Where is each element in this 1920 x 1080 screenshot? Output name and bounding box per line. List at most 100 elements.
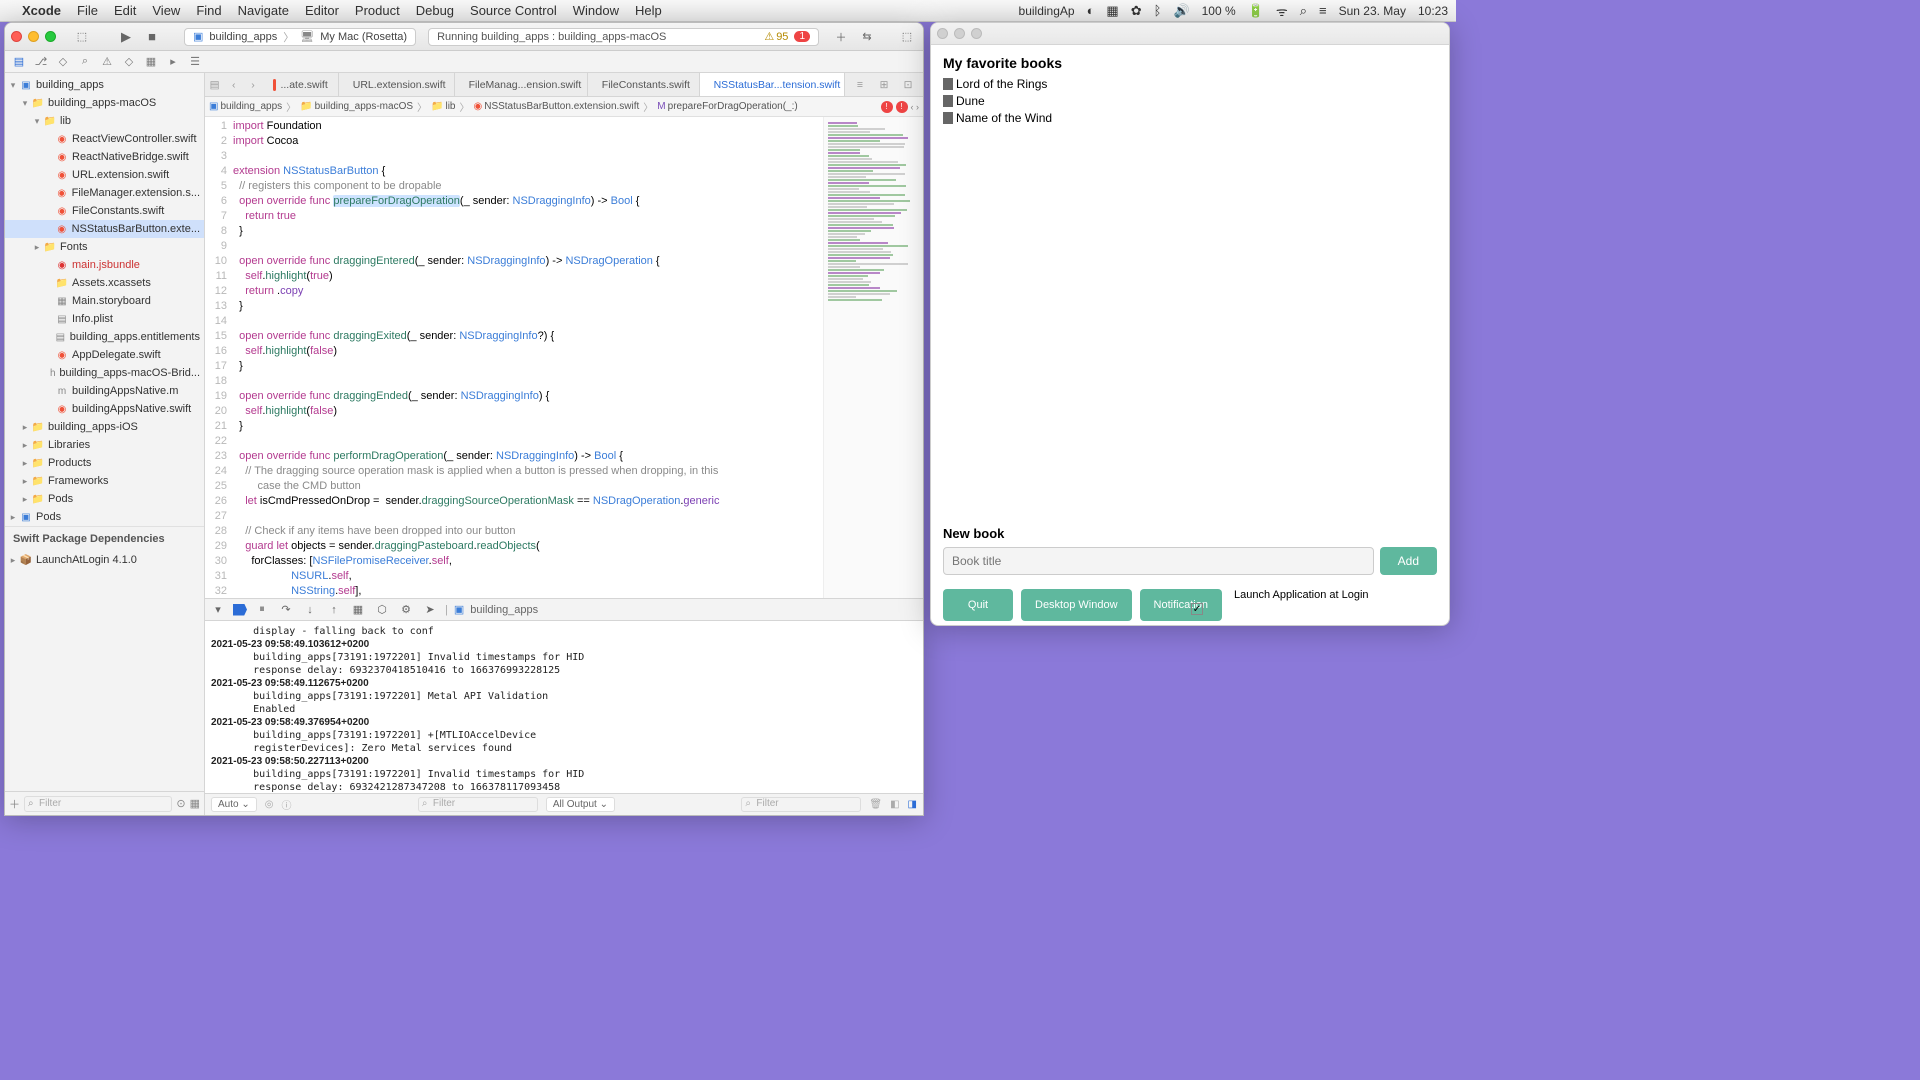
report-nav-icon[interactable]: ☰ bbox=[185, 53, 205, 71]
search-icon[interactable]: ⌕ bbox=[1300, 3, 1307, 19]
split-right-icon[interactable]: ◨ bbox=[908, 799, 917, 810]
tree-file[interactable]: ◉AppDelegate.swift bbox=[5, 346, 204, 364]
menu-window[interactable]: Window bbox=[573, 3, 619, 18]
step-in-icon[interactable]: ↓ bbox=[301, 602, 319, 618]
auto-selector[interactable]: Auto ⌄ bbox=[211, 797, 257, 812]
tree-folder[interactable]: ▸▣Pods bbox=[5, 508, 204, 526]
volume-icon[interactable]: 🔊 bbox=[1173, 3, 1189, 19]
book-title-input[interactable] bbox=[943, 547, 1374, 575]
navigator-filter[interactable]: Filter bbox=[24, 796, 172, 812]
tree-folder[interactable]: ▸📁Products bbox=[5, 454, 204, 472]
tree-folder[interactable]: ▾📁building_apps-macOS bbox=[5, 94, 204, 112]
add-button[interactable]: Add bbox=[1380, 547, 1437, 575]
split-left-icon[interactable]: ◧ bbox=[890, 799, 899, 810]
menu-product[interactable]: Product bbox=[355, 3, 400, 18]
tree-file[interactable]: ◉FileManager.extension.s... bbox=[5, 184, 204, 202]
add-editor-icon[interactable]: ⊡ bbox=[897, 79, 919, 91]
output-selector[interactable]: All Output ⌄ bbox=[546, 797, 615, 812]
user-icon[interactable]: ◐ bbox=[1087, 3, 1095, 18]
add-icon[interactable]: ＋ bbox=[9, 796, 20, 812]
tree-file[interactable]: ▤building_apps.entitlements bbox=[5, 328, 204, 346]
tree-folder-lib[interactable]: ▾📁lib bbox=[5, 112, 204, 130]
editor-tab[interactable]: URL.extension.swift bbox=[339, 73, 455, 96]
tree-file[interactable]: ▦Main.storyboard bbox=[5, 292, 204, 310]
status-icon-1[interactable]: ▦ bbox=[1106, 3, 1118, 19]
zoom-button[interactable] bbox=[971, 28, 982, 39]
memory-graph-icon[interactable]: ⬡ bbox=[373, 602, 391, 618]
tree-file[interactable]: ▤Info.plist bbox=[5, 310, 204, 328]
forward-icon[interactable]: › bbox=[243, 73, 262, 96]
status-icon-2[interactable]: ✿ bbox=[1131, 3, 1142, 19]
editor-tab-active[interactable]: NSStatusBar...tension.swift bbox=[700, 73, 845, 96]
related-items-icon[interactable]: ▤ bbox=[205, 73, 224, 96]
tree-file[interactable]: ◉buildingAppsNative.swift bbox=[5, 400, 204, 418]
tree-folder[interactable]: ▸📁Fonts bbox=[5, 238, 204, 256]
tree-root[interactable]: ▾▣building_apps bbox=[5, 76, 204, 94]
notification-button[interactable]: Notification bbox=[1140, 589, 1222, 621]
jump-bar[interactable]: ▣ building_apps〉 📁 building_apps-macOS〉 … bbox=[205, 97, 923, 117]
tree-file[interactable]: hbuilding_apps-macOS-Brid... bbox=[5, 364, 204, 382]
find-nav-icon[interactable]: ⌕ bbox=[75, 53, 95, 71]
menu-view[interactable]: View bbox=[152, 3, 180, 18]
library-icon[interactable]: ⇆ bbox=[857, 28, 877, 46]
tree-folder[interactable]: ▸📁Pods bbox=[5, 490, 204, 508]
menu-navigate[interactable]: Navigate bbox=[238, 3, 289, 18]
tree-file[interactable]: ◉ReactViewController.swift bbox=[5, 130, 204, 148]
hide-debug-icon[interactable]: ▾ bbox=[209, 602, 227, 618]
scheme-selector[interactable]: ▣ building_apps 〉 🖥 My Mac (Rosetta) bbox=[184, 28, 416, 46]
tree-file[interactable]: ◉URL.extension.swift bbox=[5, 166, 204, 184]
trash-icon[interactable]: 🗑 bbox=[869, 799, 882, 810]
tree-folder[interactable]: ▸📁Libraries bbox=[5, 436, 204, 454]
variables-filter[interactable]: Filter bbox=[418, 797, 538, 812]
menu-edit[interactable]: Edit bbox=[114, 3, 136, 18]
pause-icon[interactable]: ⏸ bbox=[253, 602, 271, 618]
inline-errors[interactable]: ! ! ‹ › bbox=[881, 101, 920, 113]
tree-package[interactable]: ▸📦LaunchAtLogin 4.1.0 bbox=[5, 551, 204, 569]
menu-file[interactable]: File bbox=[77, 3, 98, 18]
tree-file[interactable]: 📁Assets.xcassets bbox=[5, 274, 204, 292]
menubar-time[interactable]: 10:23 bbox=[1418, 4, 1448, 18]
book-row[interactable]: Name of the Wind bbox=[943, 111, 1437, 125]
editor-tab[interactable]: FileConstants.swift bbox=[588, 73, 700, 96]
location-icon[interactable]: ➤ bbox=[421, 602, 439, 618]
warnings-badge[interactable]: ⚠ 95 bbox=[764, 30, 788, 43]
battery-icon[interactable]: 🔋 bbox=[1248, 3, 1264, 19]
minimap-toggle-icon[interactable]: ≡ bbox=[849, 79, 871, 91]
minimize-button[interactable] bbox=[28, 31, 39, 42]
symbol-nav-icon[interactable]: ◇ bbox=[53, 53, 73, 71]
control-center-icon[interactable]: ≡ bbox=[1319, 3, 1327, 18]
scm-icon[interactable]: ▦ bbox=[190, 797, 200, 810]
recent-icon[interactable]: ⊙ bbox=[176, 797, 185, 810]
info-icon[interactable]: ⓘ bbox=[281, 797, 291, 812]
tree-file-selected[interactable]: ◉NSStatusBarButton.exte... bbox=[5, 220, 204, 238]
tree-file[interactable]: ◉main.jsbundle bbox=[5, 256, 204, 274]
errors-badge[interactable]: 1 bbox=[794, 31, 810, 42]
debug-nav-icon[interactable]: ▦ bbox=[141, 53, 161, 71]
sidebar-toggle-icon[interactable]: ⬚ bbox=[72, 28, 92, 46]
view-debug-icon[interactable]: ▦ bbox=[349, 602, 367, 618]
book-row[interactable]: Dune bbox=[943, 94, 1437, 108]
menu-help[interactable]: Help bbox=[635, 3, 662, 18]
file-tree[interactable]: ▾▣building_apps ▾📁building_apps-macOS ▾📁… bbox=[5, 73, 204, 791]
debug-process[interactable]: building_apps bbox=[470, 604, 538, 616]
minimap[interactable] bbox=[823, 117, 923, 598]
zoom-button[interactable] bbox=[45, 31, 56, 42]
breakpoint-nav-icon[interactable]: ▸ bbox=[163, 53, 183, 71]
close-button[interactable] bbox=[11, 31, 22, 42]
test-nav-icon[interactable]: ◇ bbox=[119, 53, 139, 71]
console-output[interactable]: display - falling back to conf 2021-05-2… bbox=[205, 621, 923, 793]
tree-file[interactable]: mbuildingAppsNative.m bbox=[5, 382, 204, 400]
breakpoints-icon[interactable] bbox=[233, 604, 247, 616]
code-editor[interactable]: 1234567891011121314151617181920212223242… bbox=[205, 117, 823, 598]
add-icon[interactable]: ＋ bbox=[831, 28, 851, 46]
console-filter[interactable]: Filter bbox=[741, 797, 861, 812]
issue-nav-icon[interactable]: ⚠ bbox=[97, 53, 117, 71]
back-icon[interactable]: ‹ bbox=[224, 73, 243, 96]
source-control-nav-icon[interactable]: ⎇ bbox=[31, 53, 51, 71]
run-button[interactable]: ▶ bbox=[116, 28, 136, 46]
env-overrides-icon[interactable]: ⚙ bbox=[397, 602, 415, 618]
editor-tab[interactable]: FileManag...ension.swift bbox=[455, 73, 588, 96]
tree-folder[interactable]: ▸📁Frameworks bbox=[5, 472, 204, 490]
launch-at-login-row[interactable]: Launch Application at Login bbox=[1234, 589, 1369, 601]
quit-button[interactable]: Quit bbox=[943, 589, 1013, 621]
